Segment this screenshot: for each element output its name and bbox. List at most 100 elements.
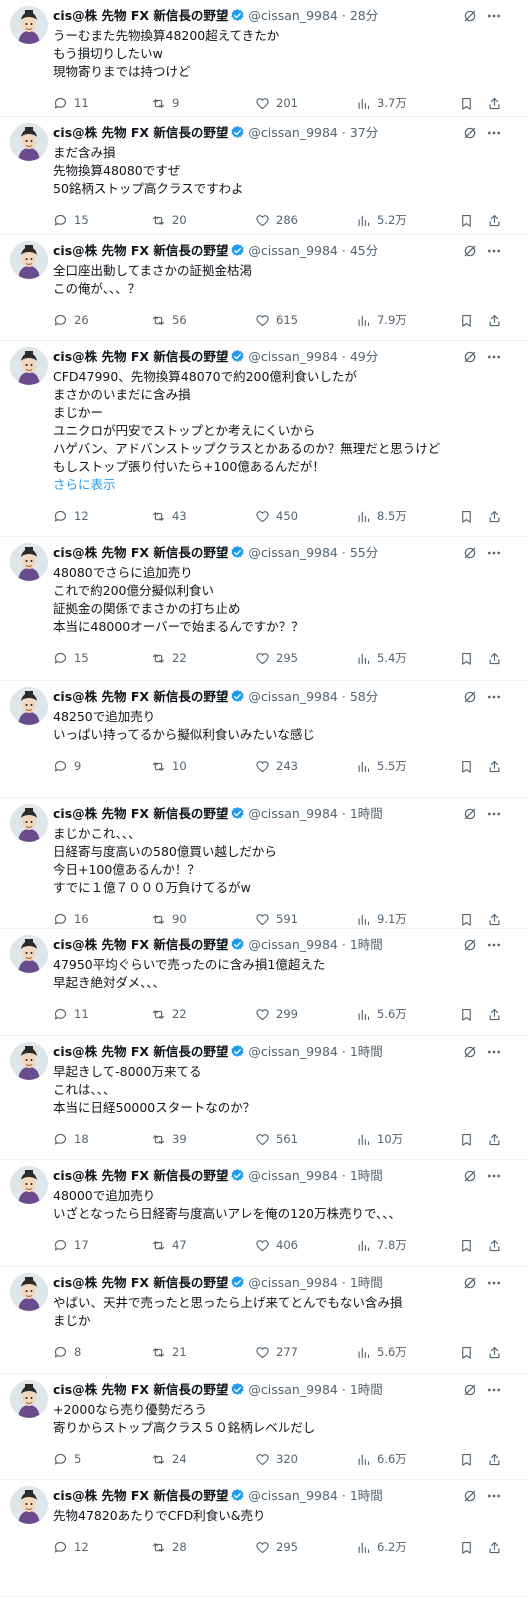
avatar[interactable] bbox=[10, 123, 48, 161]
more-icon[interactable] bbox=[486, 806, 502, 822]
display-name[interactable]: cis@株 先物 FX 新信長の野望 bbox=[53, 1275, 228, 1290]
user-handle[interactable]: @cissan_9984 bbox=[248, 125, 338, 140]
reply-button[interactable]: 12 bbox=[53, 1538, 89, 1556]
views-button[interactable]: 6.6万 bbox=[356, 1450, 407, 1468]
retweet-button[interactable]: 22 bbox=[151, 1005, 187, 1023]
user-handle[interactable]: @cissan_9984 bbox=[248, 689, 338, 704]
bookmark-button[interactable] bbox=[459, 1343, 474, 1361]
display-name[interactable]: cis@株 先物 FX 新信長の野望 bbox=[53, 806, 228, 821]
share-button[interactable] bbox=[487, 757, 502, 775]
views-button[interactable]: 5.6万 bbox=[356, 1343, 407, 1361]
share-button[interactable] bbox=[487, 1538, 502, 1556]
views-button[interactable]: 9.1万 bbox=[356, 910, 407, 928]
timestamp[interactable]: 37分 bbox=[350, 125, 378, 140]
like-button[interactable]: 561 bbox=[255, 1130, 298, 1148]
share-button[interactable] bbox=[487, 1005, 502, 1023]
share-button[interactable] bbox=[487, 311, 502, 329]
grok-icon[interactable] bbox=[462, 1382, 478, 1398]
avatar[interactable] bbox=[10, 1380, 48, 1418]
display-name[interactable]: cis@株 先物 FX 新信長の野望 bbox=[53, 243, 228, 258]
retweet-button[interactable]: 20 bbox=[151, 211, 187, 229]
bookmark-button[interactable] bbox=[459, 507, 474, 525]
display-name[interactable]: cis@株 先物 FX 新信長の野望 bbox=[53, 125, 228, 140]
timestamp[interactable]: 58分 bbox=[350, 689, 378, 704]
retweet-button[interactable]: 39 bbox=[151, 1130, 187, 1148]
bookmark-button[interactable] bbox=[459, 1236, 474, 1254]
views-button[interactable]: 5.5万 bbox=[356, 757, 407, 775]
display-name[interactable]: cis@株 先物 FX 新信長の野望 bbox=[53, 689, 228, 704]
timestamp[interactable]: 1時間 bbox=[350, 937, 383, 952]
show-more-link[interactable]: さらに表示 bbox=[53, 476, 518, 494]
like-button[interactable]: 450 bbox=[255, 507, 298, 525]
retweet-button[interactable]: 90 bbox=[151, 910, 187, 928]
bookmark-button[interactable] bbox=[459, 1005, 474, 1023]
reply-button[interactable]: 5 bbox=[53, 1450, 81, 1468]
views-button[interactable]: 5.6万 bbox=[356, 1005, 407, 1023]
reply-button[interactable]: 12 bbox=[53, 507, 89, 525]
like-button[interactable]: 295 bbox=[255, 1538, 298, 1556]
share-button[interactable] bbox=[487, 1343, 502, 1361]
more-icon[interactable] bbox=[486, 1168, 502, 1184]
more-icon[interactable] bbox=[486, 689, 502, 705]
tweet-card[interactable]: cis@株 先物 FX 新信長の野望 @cissan_9984 · 1時間 先物47… bbox=[0, 1480, 528, 1597]
retweet-button[interactable]: 10 bbox=[151, 757, 187, 775]
like-button[interactable]: 406 bbox=[255, 1236, 298, 1254]
like-button[interactable]: 615 bbox=[255, 311, 298, 329]
user-handle[interactable]: @cissan_9984 bbox=[248, 806, 338, 821]
more-icon[interactable] bbox=[486, 8, 502, 24]
more-icon[interactable] bbox=[486, 1382, 502, 1398]
bookmark-button[interactable] bbox=[459, 94, 474, 112]
share-button[interactable] bbox=[487, 1450, 502, 1468]
share-button[interactable] bbox=[487, 910, 502, 928]
avatar[interactable] bbox=[10, 1486, 48, 1524]
tweet-card[interactable]: cis@株 先物 FX 新信長の野望 @cissan_9984 · 1時間 4795… bbox=[0, 929, 528, 1036]
views-button[interactable]: 6.2万 bbox=[356, 1538, 407, 1556]
bookmark-button[interactable] bbox=[459, 1130, 474, 1148]
share-button[interactable] bbox=[487, 507, 502, 525]
bookmark-button[interactable] bbox=[459, 649, 474, 667]
reply-button[interactable]: 8 bbox=[53, 1343, 81, 1361]
tweet-card[interactable]: cis@株 先物 FX 新信長の野望 @cissan_9984 · 1時間 まじかこ… bbox=[0, 798, 528, 929]
tweet-card[interactable]: cis@株 先物 FX 新信長の野望 @cissan_9984 · 37分 まだ含み… bbox=[0, 117, 528, 235]
grok-icon[interactable] bbox=[462, 937, 478, 953]
avatar[interactable] bbox=[10, 1166, 48, 1204]
display-name[interactable]: cis@株 先物 FX 新信長の野望 bbox=[53, 937, 228, 952]
grok-icon[interactable] bbox=[462, 243, 478, 259]
tweet-card[interactable]: cis@株 先物 FX 新信長の野望 @cissan_9984 · 58分 4825… bbox=[0, 681, 528, 798]
display-name[interactable]: cis@株 先物 FX 新信長の野望 bbox=[53, 1488, 228, 1503]
avatar[interactable] bbox=[10, 347, 48, 385]
timestamp[interactable]: 45分 bbox=[350, 243, 378, 258]
retweet-button[interactable]: 56 bbox=[151, 311, 187, 329]
views-button[interactable]: 10万 bbox=[356, 1130, 403, 1148]
more-icon[interactable] bbox=[486, 1488, 502, 1504]
more-icon[interactable] bbox=[486, 243, 502, 259]
share-button[interactable] bbox=[487, 649, 502, 667]
like-button[interactable]: 286 bbox=[255, 211, 298, 229]
avatar[interactable] bbox=[10, 543, 48, 581]
timestamp[interactable]: 28分 bbox=[350, 8, 378, 23]
display-name[interactable]: cis@株 先物 FX 新信長の野望 bbox=[53, 8, 228, 23]
share-button[interactable] bbox=[487, 1130, 502, 1148]
like-button[interactable]: 201 bbox=[255, 94, 298, 112]
timestamp[interactable]: 1時間 bbox=[350, 1168, 383, 1183]
tweet-card[interactable]: cis@株 先物 FX 新信長の野望 @cissan_9984 · 1時間 +200… bbox=[0, 1374, 528, 1480]
retweet-button[interactable]: 9 bbox=[151, 94, 179, 112]
retweet-button[interactable]: 47 bbox=[151, 1236, 187, 1254]
tweet-card[interactable]: cis@株 先物 FX 新信長の野望 @cissan_9984 · 1時間 早起きし… bbox=[0, 1036, 528, 1160]
display-name[interactable]: cis@株 先物 FX 新信長の野望 bbox=[53, 1044, 228, 1059]
like-button[interactable]: 277 bbox=[255, 1343, 298, 1361]
retweet-button[interactable]: 43 bbox=[151, 507, 187, 525]
share-button[interactable] bbox=[487, 211, 502, 229]
timestamp[interactable]: 1時間 bbox=[350, 806, 383, 821]
bookmark-button[interactable] bbox=[459, 910, 474, 928]
reply-button[interactable]: 11 bbox=[53, 1005, 89, 1023]
user-handle[interactable]: @cissan_9984 bbox=[248, 243, 338, 258]
reply-button[interactable]: 9 bbox=[53, 757, 81, 775]
user-handle[interactable]: @cissan_9984 bbox=[248, 1168, 338, 1183]
more-icon[interactable] bbox=[486, 125, 502, 141]
like-button[interactable]: 320 bbox=[255, 1450, 298, 1468]
reply-button[interactable]: 18 bbox=[53, 1130, 89, 1148]
grok-icon[interactable] bbox=[462, 1168, 478, 1184]
like-button[interactable]: 295 bbox=[255, 649, 298, 667]
avatar[interactable] bbox=[10, 1273, 48, 1311]
